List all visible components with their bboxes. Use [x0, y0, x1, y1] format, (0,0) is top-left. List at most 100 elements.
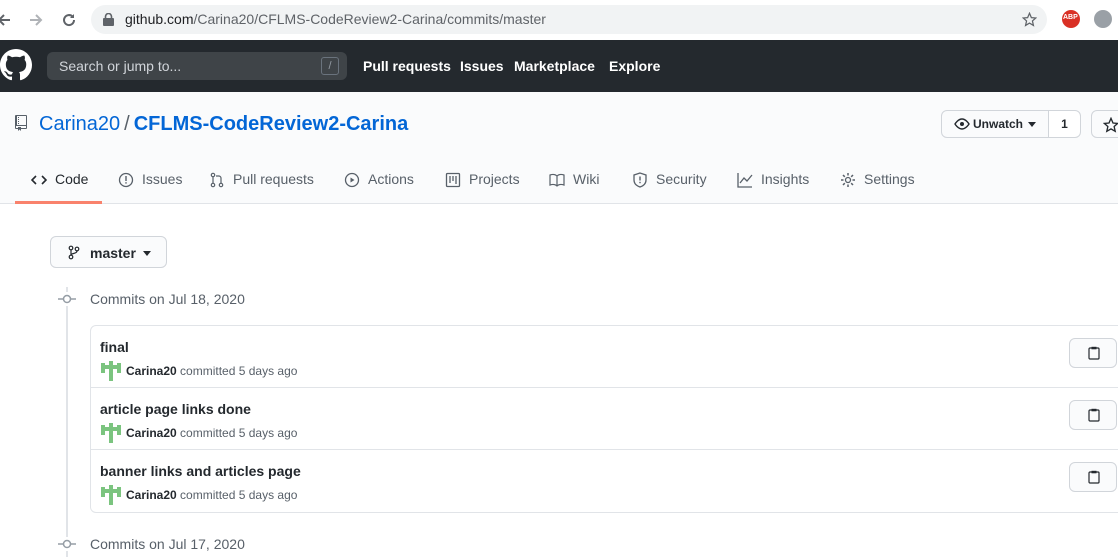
tab-code[interactable]: Code — [31, 171, 88, 204]
caret-down-icon — [1028, 122, 1036, 127]
commit-time: committed 5 days ago — [176, 488, 298, 502]
lock-icon — [103, 13, 114, 26]
avatar[interactable] — [101, 361, 121, 381]
clipboard-icon — [1088, 346, 1100, 360]
reload-icon — [63, 14, 76, 27]
commit-time: committed 5 days ago — [176, 426, 298, 440]
search-shortcut-key: / — [321, 57, 339, 75]
star-button[interactable] — [1091, 110, 1118, 138]
tab-insights-label: Insights — [761, 171, 810, 187]
commit-group-icon — [58, 537, 76, 551]
back-arrow-icon — [0, 14, 10, 26]
nav-marketplace[interactable]: Marketplace — [514, 58, 595, 74]
copy-sha-button[interactable] — [1069, 400, 1117, 430]
star-icon — [1103, 117, 1118, 133]
commit-time: committed 5 days ago — [176, 364, 298, 378]
timeline-line — [66, 287, 68, 557]
git-branch-icon — [68, 245, 80, 260]
repo-header: Carina20/CFLMS-CodeReview2-Carina Unwatc… — [0, 92, 1118, 204]
commit-row: final Carina20 committed 5 days ago — [91, 326, 1118, 388]
url-host: github.com — [125, 11, 194, 27]
bookmark-star-icon[interactable] — [1022, 12, 1037, 27]
copy-sha-button[interactable] — [1069, 462, 1117, 492]
tab-settings-label: Settings — [864, 171, 915, 187]
commit-row: banner links and articles page Carina20 … — [91, 450, 1118, 512]
unwatch-button[interactable]: Unwatch — [941, 110, 1049, 138]
clipboard-icon — [1088, 408, 1100, 422]
commit-meta: Carina20 committed 5 days ago — [126, 488, 297, 502]
code-icon — [31, 175, 47, 185]
repo-icon — [15, 115, 27, 131]
commit-title-link[interactable]: banner links and articles page — [100, 463, 301, 479]
url-text: github.com/Carina20/CFLMS-CodeReview2-Ca… — [125, 11, 546, 27]
address-bar[interactable]: github.com/Carina20/CFLMS-CodeReview2-Ca… — [91, 5, 1047, 34]
nav-pull-requests[interactable]: Pull requests — [363, 58, 451, 74]
adblock-extension-icon[interactable]: ABP — [1062, 10, 1080, 28]
tab-code-label: Code — [55, 171, 89, 187]
gear-icon — [841, 173, 855, 187]
shield-icon — [633, 172, 647, 188]
commit-title-link[interactable]: final — [100, 339, 129, 355]
tab-pull-requests-label: Pull requests — [233, 171, 314, 187]
commit-author-link[interactable]: Carina20 — [126, 426, 177, 440]
tab-issues-label: Issues — [142, 171, 183, 187]
watchers-count[interactable]: 1 — [1048, 110, 1081, 138]
tab-pull-requests[interactable]: Pull requests — [209, 171, 314, 204]
nav-explore[interactable]: Explore — [609, 58, 660, 74]
tab-wiki[interactable]: Wiki — [549, 171, 599, 204]
caret-down-icon — [143, 251, 151, 256]
commit-meta: Carina20 committed 5 days ago — [126, 426, 297, 440]
avatar[interactable] — [101, 485, 121, 505]
commits-group-header: Commits on Jul 17, 2020 — [90, 536, 245, 552]
browser-toolbar: github.com/Carina20/CFLMS-CodeReview2-Ca… — [0, 0, 1118, 40]
commit-list: final Carina20 committed 5 days ago arti… — [90, 325, 1118, 513]
repo-name-link[interactable]: CFLMS-CodeReview2-Carina — [134, 113, 409, 135]
commits-group-header: Commits on Jul 18, 2020 — [90, 291, 245, 307]
repo-owner-link[interactable]: Carina20 — [39, 113, 120, 135]
back-button[interactable] — [0, 8, 16, 32]
tab-wiki-label: Wiki — [573, 171, 600, 187]
tab-actions-label: Actions — [368, 171, 414, 187]
repo-separator: / — [124, 113, 130, 135]
eye-icon — [954, 118, 970, 130]
commit-row: article page links done Carina20 committ… — [91, 388, 1118, 450]
tab-issues[interactable]: Issues — [118, 171, 182, 204]
nav-issues[interactable]: Issues — [460, 58, 504, 74]
commit-title-link[interactable]: article page links done — [100, 401, 251, 417]
graph-icon — [737, 173, 753, 188]
commit-author-link[interactable]: Carina20 — [126, 364, 177, 378]
unwatch-label: Unwatch — [973, 117, 1024, 131]
project-icon — [445, 172, 461, 188]
tab-actions[interactable]: Actions — [344, 171, 414, 204]
extension-gear-icon[interactable] — [1094, 10, 1112, 28]
reload-button[interactable] — [57, 8, 81, 32]
forward-button[interactable] — [24, 8, 48, 32]
tab-security[interactable]: Security — [632, 171, 707, 204]
github-logo-icon[interactable] — [0, 49, 32, 81]
selected-tab-underline — [15, 201, 102, 204]
adblock-label: ABP — [1063, 14, 1078, 21]
commit-author-link[interactable]: Carina20 — [126, 488, 177, 502]
tab-projects-label: Projects — [469, 171, 520, 187]
github-header: Search or jump to... / Pull requests Iss… — [0, 40, 1118, 92]
forward-arrow-icon — [30, 14, 43, 26]
url-path: /Carina20/CFLMS-CodeReview2-Carina/commi… — [193, 11, 546, 27]
play-icon — [344, 172, 360, 188]
tab-insights[interactable]: Insights — [737, 171, 809, 204]
avatar[interactable] — [101, 423, 121, 443]
repo-title: Carina20/CFLMS-CodeReview2-Carina — [39, 113, 408, 136]
commit-meta: Carina20 committed 5 days ago — [126, 364, 297, 378]
copy-sha-button[interactable] — [1069, 338, 1117, 368]
book-icon — [549, 173, 565, 187]
pull-request-icon — [210, 172, 224, 188]
search-placeholder: Search or jump to... — [59, 58, 182, 74]
tab-projects[interactable]: Projects — [445, 171, 520, 204]
branch-selector-button[interactable]: master — [50, 236, 167, 268]
tab-security-label: Security — [656, 171, 707, 187]
tab-settings[interactable]: Settings — [840, 171, 915, 204]
search-input[interactable]: Search or jump to... / — [47, 52, 347, 80]
issue-icon — [118, 172, 134, 188]
commit-group-icon — [58, 292, 76, 306]
branch-name: master — [90, 245, 136, 261]
clipboard-icon — [1088, 470, 1100, 484]
